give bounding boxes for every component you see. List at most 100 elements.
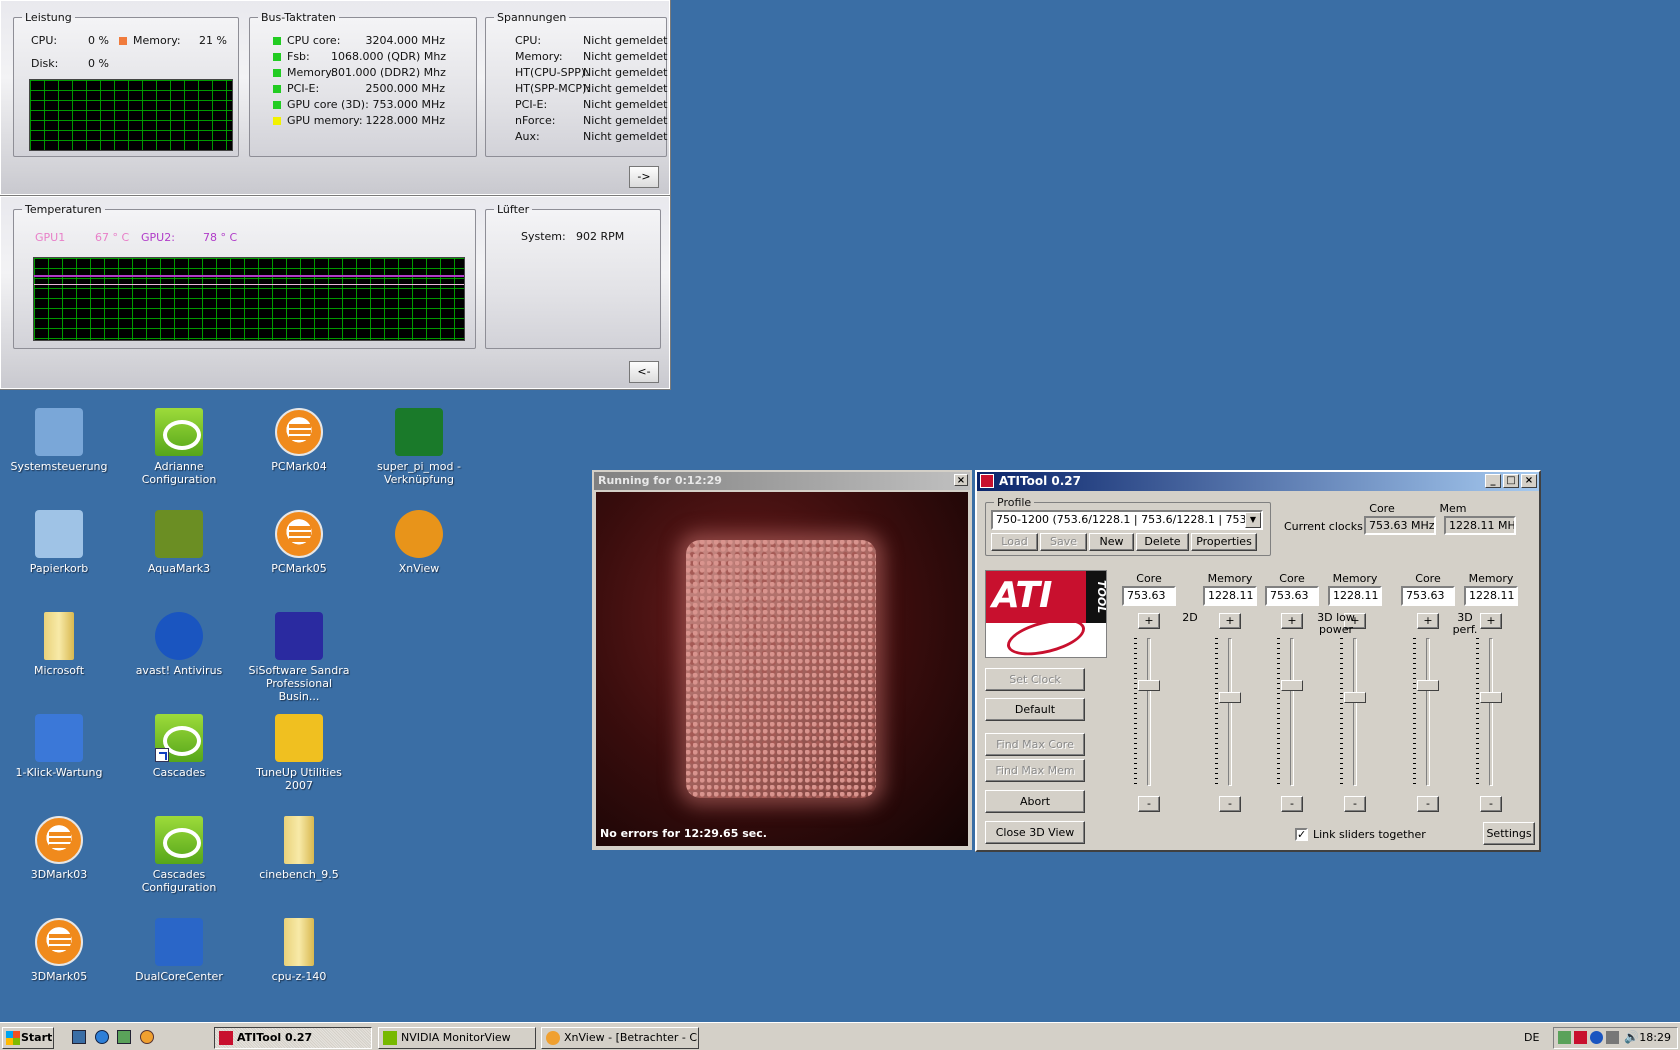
task-atitool[interactable]: ATITool 0.27	[214, 1027, 372, 1049]
maximize-button[interactable]: □	[1503, 474, 1519, 488]
load-button[interactable]: Load	[991, 533, 1038, 551]
default-button[interactable]: Default	[985, 698, 1085, 721]
close-button[interactable]: ×	[1521, 474, 1537, 488]
memory-clock-input[interactable]: 1228.11	[1464, 586, 1518, 606]
save-button[interactable]: Save	[1040, 533, 1087, 551]
voltage-row-value: Nicht gemeldet	[583, 82, 668, 95]
desktop-icon[interactable]: 3DMark03	[4, 816, 114, 881]
settings-button[interactable]: Settings	[1483, 822, 1535, 845]
memory-increase-button[interactable]: +	[1219, 613, 1241, 629]
core-slider[interactable]	[1426, 638, 1430, 786]
new-profile-button[interactable]: New	[1089, 533, 1134, 551]
desktop-icon[interactable]: Cascades Configuration	[124, 816, 234, 894]
memory-slider-thumb[interactable]	[1219, 692, 1241, 703]
desktop-icon[interactable]: Microsoft	[4, 612, 114, 677]
voltage-row-value: Nicht gemeldet	[583, 114, 668, 127]
minimize-button[interactable]: _	[1485, 474, 1501, 488]
desktop-icon[interactable]: PCMark05	[244, 510, 354, 575]
tray-monitor-icon[interactable]	[1558, 1031, 1571, 1044]
atitool-window[interactable]: ATITool 0.27 _ □ × Profile 750-1200 (753…	[975, 470, 1541, 852]
render-close-button[interactable]: ×	[954, 474, 968, 486]
link-sliders-checkbox[interactable]: ✓	[1295, 828, 1308, 841]
quicklaunch-app-icon[interactable]	[117, 1030, 131, 1044]
memory-column-header: Memory	[1332, 572, 1378, 585]
render-window-titlebar[interactable]: Running for 0:12:29 ×	[594, 472, 970, 490]
xnview-icon	[395, 510, 443, 558]
memory-slider-thumb[interactable]	[1344, 692, 1366, 703]
desktop-icon[interactable]: Systemsteuerung	[4, 408, 114, 473]
voltage-row-value: Nicht gemeldet	[583, 130, 668, 143]
core-slider[interactable]	[1147, 638, 1151, 786]
close-3d-view-button[interactable]: Close 3D View	[985, 821, 1085, 844]
desktop-icon[interactable]: AquaMark3	[124, 510, 234, 575]
core-slider-thumb[interactable]	[1417, 680, 1439, 691]
language-indicator[interactable]: DE	[1524, 1031, 1539, 1044]
memory-slider[interactable]	[1353, 638, 1357, 786]
task-xnview[interactable]: XnView - [Betrachter - C:...	[541, 1027, 699, 1049]
atitool-titlebar[interactable]: ATITool 0.27 _ □ ×	[977, 472, 1539, 491]
desktop-icon[interactable]: SiSoftware Sandra Professional Busin...	[244, 612, 354, 703]
memory-clock-input[interactable]: 1228.11	[1203, 586, 1257, 606]
core-decrease-button[interactable]: -	[1138, 796, 1160, 812]
desktop-icon[interactable]: cpu-z-140	[244, 918, 354, 983]
core-slider-thumb[interactable]	[1138, 680, 1160, 691]
memory-slider[interactable]	[1489, 638, 1493, 786]
render-window[interactable]: Running for 0:12:29 × No errors for 12:2…	[592, 470, 972, 850]
forward-button[interactable]: ->	[629, 166, 659, 188]
delete-profile-button[interactable]: Delete	[1136, 533, 1189, 551]
tray-app-icon[interactable]	[1606, 1031, 1619, 1044]
core-decrease-button[interactable]: -	[1281, 796, 1303, 812]
memory-slider[interactable]	[1228, 638, 1232, 786]
start-button[interactable]: Start	[2, 1027, 54, 1049]
core-increase-button[interactable]: +	[1281, 613, 1303, 629]
taskbar: Start ATITool 0.27 NVIDIA MonitorView Xn…	[0, 1022, 1680, 1050]
find-max-core-button[interactable]: Find Max Core	[985, 733, 1085, 756]
core-clock-input[interactable]: 753.63	[1122, 586, 1176, 606]
desktop-icon[interactable]: XnView	[364, 510, 474, 575]
tray-atitool-icon[interactable]	[1574, 1031, 1587, 1044]
core-clock-input[interactable]: 753.63	[1265, 586, 1319, 606]
memory-increase-button[interactable]: +	[1480, 613, 1502, 629]
desktop-icon[interactable]: TuneUp Utilities 2007	[244, 714, 354, 792]
memory-slider-thumb[interactable]	[1480, 692, 1502, 703]
core-decrease-button[interactable]: -	[1417, 796, 1439, 812]
xnview-quicklaunch-icon[interactable]	[140, 1030, 154, 1044]
superpi-icon	[395, 408, 443, 456]
core-column-header: Core	[1279, 572, 1305, 585]
memory-decrease-button[interactable]: -	[1344, 796, 1366, 812]
core-slider[interactable]	[1290, 638, 1294, 786]
profile-select[interactable]: 750-1200 (753.6/1228.1 | 753.6/1228.1 | …	[991, 510, 1263, 530]
desktop-icon[interactable]: super_pi_mod - Verknüpfung	[364, 408, 474, 486]
desktop-icon[interactable]: cinebench_9.5	[244, 816, 354, 881]
disk-label: Disk:	[31, 57, 59, 70]
task-nvidia-monitorview[interactable]: NVIDIA MonitorView	[378, 1027, 536, 1049]
show-desktop-icon[interactable]	[72, 1030, 86, 1044]
memory-decrease-button[interactable]: -	[1219, 796, 1241, 812]
volume-icon[interactable]: 🔊	[1624, 1030, 1639, 1044]
core-slider-thumb[interactable]	[1281, 680, 1303, 691]
find-max-mem-button[interactable]: Find Max Mem	[985, 759, 1085, 782]
core-increase-button[interactable]: +	[1417, 613, 1439, 629]
abort-button[interactable]: Abort	[985, 790, 1085, 813]
internet-explorer-icon[interactable]	[95, 1030, 109, 1044]
desktop-icon[interactable]: avast! Antivirus	[124, 612, 234, 677]
sandra-icon	[275, 612, 323, 660]
desktop-icon[interactable]: 1-Klick-Wartung	[4, 714, 114, 779]
desktop-icon[interactable]: Papierkorb	[4, 510, 114, 575]
core-increase-button[interactable]: +	[1138, 613, 1160, 629]
desktop-icon[interactable]: Adrianne Configuration	[124, 408, 234, 486]
back-button[interactable]: <-	[629, 361, 659, 383]
core-clock-input[interactable]: 753.63	[1401, 586, 1455, 606]
desktop-icon[interactable]: Cascades	[124, 714, 234, 779]
tray-avast-icon[interactable]	[1590, 1031, 1603, 1044]
desktop-icon[interactable]: 3DMark05	[4, 918, 114, 983]
memory-decrease-button[interactable]: -	[1480, 796, 1502, 812]
desktop-icon[interactable]: DualCoreCenter	[124, 918, 234, 983]
current-clocks-label: Current clocks:	[1284, 520, 1367, 533]
chevron-down-icon[interactable]: ▼	[1245, 512, 1261, 528]
properties-button[interactable]: Properties	[1191, 533, 1257, 551]
ati-logo-text: ATI	[992, 575, 1052, 616]
set-clock-button[interactable]: Set Clock	[985, 668, 1085, 691]
desktop-icon[interactable]: PCMark04	[244, 408, 354, 473]
memory-clock-input[interactable]: 1228.11	[1328, 586, 1382, 606]
